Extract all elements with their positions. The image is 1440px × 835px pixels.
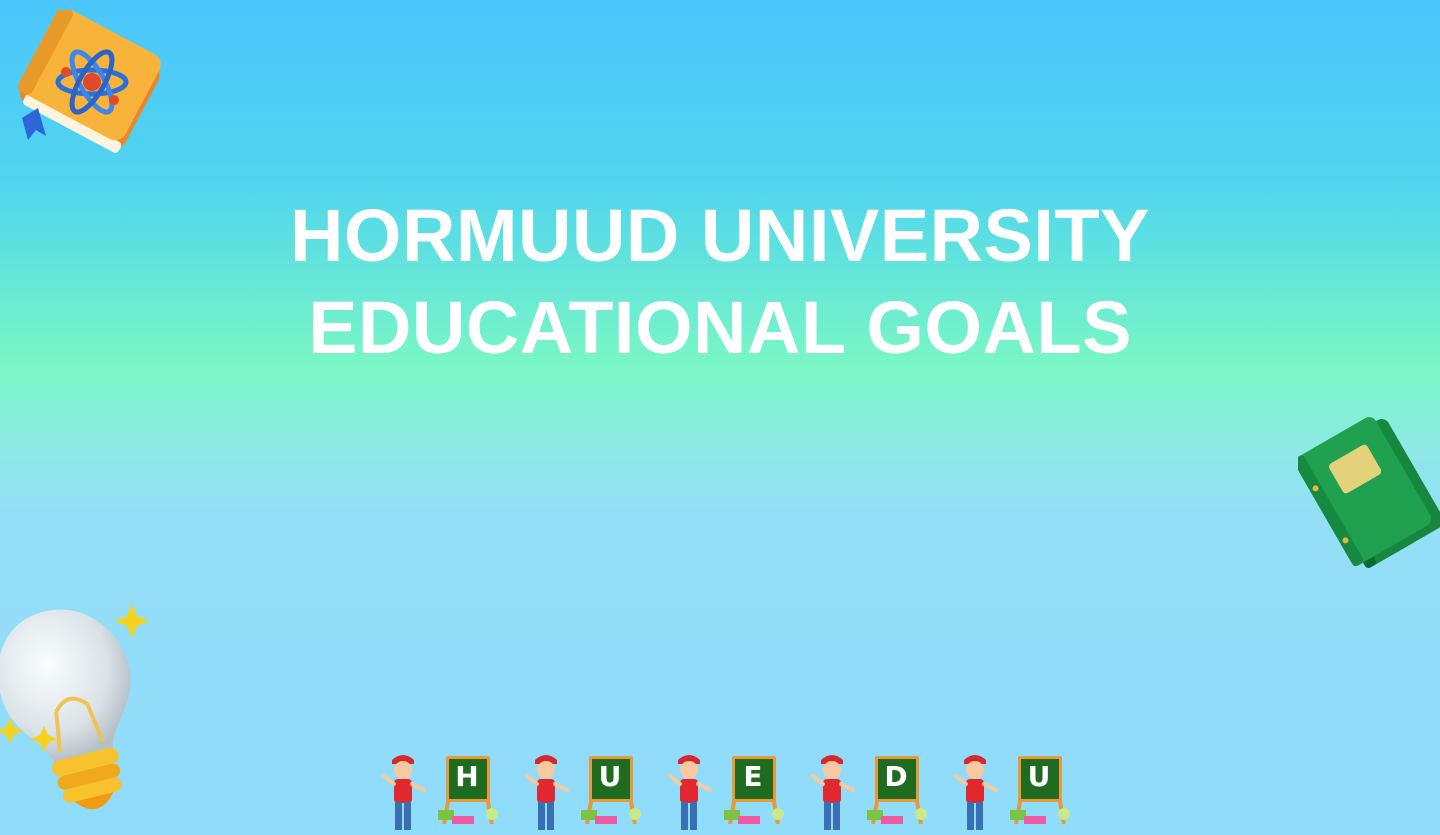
title-line-2: EDUCATIONAL GOALS <box>308 286 1132 369</box>
kid-with-chalkboard-icon <box>525 755 569 830</box>
kid-with-chalkboard-icon <box>382 755 426 830</box>
letters-banner: H U E D U <box>378 748 1084 835</box>
green-book-icon <box>1298 417 1440 569</box>
slide-title: HORMUUD UNIVERSITY EDUCATIONAL GOALS <box>0 190 1440 374</box>
banner-unit: U <box>521 748 655 835</box>
banner-unit: U <box>950 748 1084 835</box>
lightbulb-icon <box>0 604 149 810</box>
kid-with-chalkboard-icon <box>668 755 712 830</box>
banner-unit: H <box>378 748 512 835</box>
banner-unit: D <box>807 748 941 835</box>
banner-letter: E <box>743 760 763 793</box>
title-line-1: HORMUUD UNIVERSITY <box>289 194 1151 277</box>
kid-with-chalkboard-icon <box>811 755 855 830</box>
banner-letter: H <box>455 760 479 793</box>
banner-letter: D <box>884 760 908 793</box>
banner-letter: U <box>1027 760 1051 793</box>
banner-unit: E <box>664 748 798 835</box>
kid-with-chalkboard-icon <box>954 755 998 830</box>
banner-letter: U <box>598 760 622 793</box>
atom-book-icon <box>17 10 161 153</box>
